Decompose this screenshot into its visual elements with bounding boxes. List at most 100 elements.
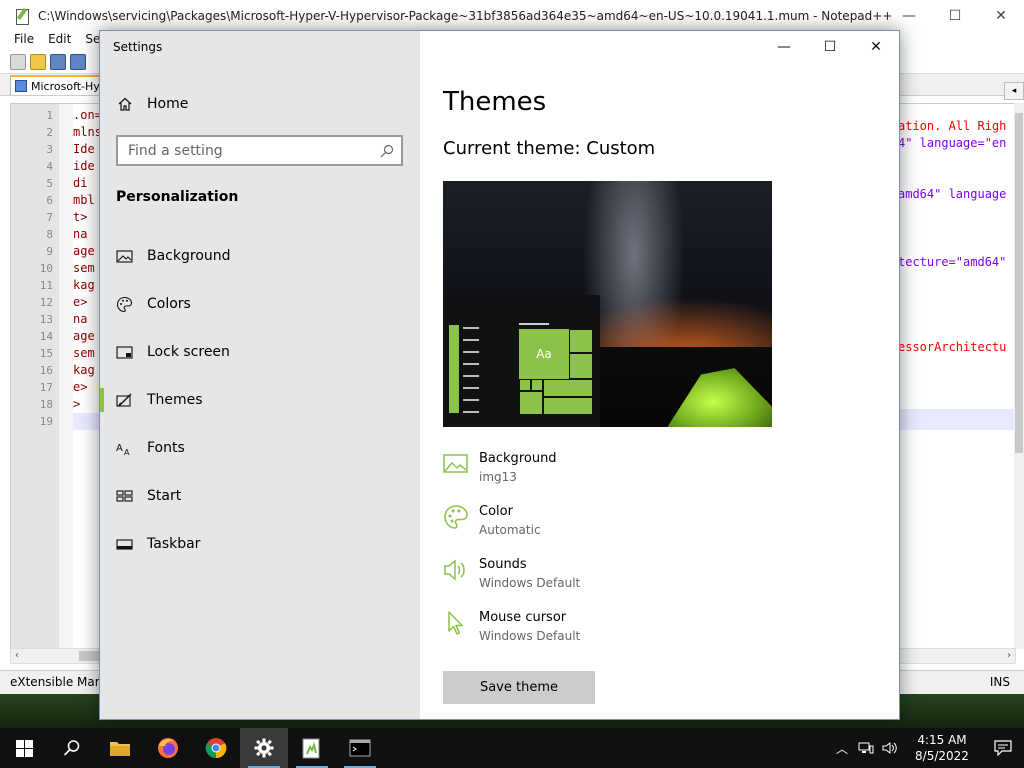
network-icon[interactable] [854, 728, 878, 768]
minimize-button[interactable]: — [761, 31, 807, 63]
themes-icon [116, 393, 132, 407]
system-tray: ︿ 4:15 AM 8/5/2022 [830, 728, 1024, 768]
scrollbar-thumb[interactable] [79, 651, 101, 661]
picture-icon [443, 454, 468, 473]
line-number: 10 [39, 262, 53, 275]
home-nav-item[interactable]: Home [100, 92, 420, 116]
settings-window-title: Settings [113, 40, 163, 54]
volume-icon[interactable] [878, 728, 902, 768]
property-value: Windows Default [479, 576, 581, 590]
nav-item-background[interactable]: Background [100, 232, 420, 280]
theme-background-link[interactable]: Background img13 [443, 449, 743, 489]
search-icon [63, 740, 80, 756]
nav-item-taskbar[interactable]: Taskbar [100, 520, 420, 568]
file-save-icon [15, 80, 27, 92]
line-number: 6 [46, 194, 53, 207]
notepadpp-titlebar[interactable]: C:\Windows\servicing\Packages\Microsoft-… [0, 0, 1024, 32]
save-all-icon[interactable] [70, 53, 86, 70]
status-insert-mode: INS [989, 675, 1010, 689]
code-line-fragment[interactable]: 4" language="en [898, 135, 1006, 152]
personalization-nav: Background Colors Lock screen Themes AA … [100, 232, 420, 568]
nav-item-fonts[interactable]: AA Fonts [100, 424, 420, 472]
preview-tile: Aa [519, 329, 569, 379]
file-explorer-icon [110, 742, 130, 756]
code-line-fragment[interactable]: essorArchitectu [898, 339, 1006, 356]
new-file-icon[interactable] [10, 53, 26, 70]
menu-file[interactable]: File [14, 32, 34, 50]
fonts-icon: AA [116, 443, 130, 457]
open-file-icon[interactable] [30, 53, 46, 70]
scrollbar-thumb[interactable] [1015, 113, 1023, 453]
settings-window-controls: — ☐ ✕ [761, 31, 899, 63]
action-center-button[interactable] [982, 728, 1024, 768]
line-number: 15 [39, 347, 53, 360]
theme-sounds-link[interactable]: Sounds Windows Default [443, 555, 743, 595]
notification-icon [994, 740, 1012, 756]
search-input[interactable] [128, 137, 368, 164]
line-number: 4 [46, 160, 53, 173]
nav-item-label: Taskbar [147, 536, 201, 552]
taskbar-search-button[interactable] [48, 728, 96, 768]
settings-taskbar-button[interactable] [240, 728, 288, 768]
close-button[interactable]: ✕ [978, 0, 1024, 32]
scroll-left-icon[interactable]: ‹ [15, 650, 19, 661]
nav-item-lock-screen[interactable]: Lock screen [100, 328, 420, 376]
nav-item-themes[interactable]: Themes [100, 376, 420, 424]
theme-color-link[interactable]: Color Automatic [443, 502, 743, 542]
minimize-button[interactable]: — [886, 0, 932, 32]
palette-icon [444, 505, 468, 529]
tab-scroll-left-button[interactable]: ◂ [1004, 82, 1024, 100]
windows-logo-icon [15, 739, 33, 757]
home-icon [118, 97, 132, 111]
clock[interactable]: 4:15 AM 8/5/2022 [902, 732, 982, 764]
chrome-button[interactable] [192, 728, 240, 768]
preview-start-menu: Aa [443, 295, 600, 427]
scroll-right-icon[interactable]: › [1007, 650, 1011, 661]
nav-item-label: Start [147, 488, 182, 504]
fold-margin[interactable] [59, 104, 73, 648]
notepadpp-icon [14, 8, 30, 25]
line-number: 1 [46, 109, 53, 122]
taskbar: ︿ 4:15 AM 8/5/2022 [0, 728, 1024, 768]
vertical-scrollbar[interactable] [1014, 103, 1024, 649]
cmd-taskbar-button[interactable] [336, 728, 384, 768]
close-button[interactable]: ✕ [853, 31, 899, 63]
volume-icon [882, 742, 897, 754]
line-number: 3 [46, 143, 53, 156]
line-number: 2 [46, 126, 53, 139]
code-line-fragment[interactable]: tecture="amd64" [898, 254, 1006, 271]
line-number-gutter: 1 2 3 4 5 6 7 8 9 10 11 12 13 14 15 16 17 18 19 [11, 104, 59, 648]
search-box[interactable] [116, 135, 403, 166]
save-icon[interactable] [50, 53, 66, 70]
theme-mouse-cursor-link[interactable]: Mouse cursor Windows Default [443, 608, 743, 648]
code-line-fragment[interactable]: ation. All Righ [898, 118, 1006, 135]
nav-item-colors[interactable]: Colors [100, 280, 420, 328]
line-number: 13 [39, 313, 53, 326]
notepadpp-window-controls: — ☐ ✕ [886, 0, 1024, 32]
search-icon[interactable] [379, 143, 395, 159]
page-title: Themes [443, 87, 547, 117]
clock-time: 4:15 AM [917, 733, 967, 747]
menu-edit[interactable]: Edit [48, 32, 71, 50]
cursor-icon [448, 611, 463, 635]
start-icon [116, 489, 133, 502]
settings-sidebar: Settings Home Personalization Background… [100, 31, 420, 719]
notepadpp-icon [302, 738, 320, 759]
property-name: Color [479, 504, 513, 519]
nav-item-label: Lock screen [147, 344, 230, 360]
property-value: img13 [479, 470, 517, 484]
file-explorer-button[interactable] [96, 728, 144, 768]
firefox-button[interactable] [144, 728, 192, 768]
code-line-fragment[interactable]: amd64" language [898, 186, 1006, 203]
svg-text:A: A [116, 443, 123, 454]
save-theme-button[interactable]: Save theme [443, 671, 595, 704]
nav-item-start[interactable]: Start [100, 472, 420, 520]
line-number: 7 [46, 211, 53, 224]
chrome-icon [205, 738, 227, 759]
firefox-icon [158, 738, 178, 758]
maximize-button[interactable]: ☐ [932, 0, 978, 32]
start-button[interactable] [0, 728, 48, 768]
show-hidden-icons-icon[interactable]: ︿ [830, 728, 854, 768]
notepadpp-taskbar-button[interactable] [288, 728, 336, 768]
maximize-button[interactable]: ☐ [807, 31, 853, 63]
